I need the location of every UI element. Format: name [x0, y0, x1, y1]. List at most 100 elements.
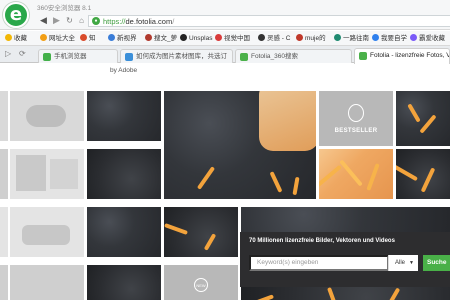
tab-favicon-icon	[125, 53, 133, 61]
browser-tab[interactable]: Fotolia_360搜索	[235, 49, 352, 63]
bookmark-label: 搜文_萝	[154, 35, 178, 42]
image-tile[interactable]	[241, 207, 450, 232]
tab-menu-icon[interactable]: ▷	[5, 49, 11, 58]
tab-strip: ▷ ⟳ 手机浏览器 如何成为图片素材图库，共选订 Fotolia_360搜索 Foto…	[0, 46, 450, 64]
image-tile[interactable]	[241, 287, 450, 300]
medal-icon	[348, 103, 364, 122]
tab-favicon-icon	[240, 53, 248, 61]
tab-label: 手机浏览器	[54, 53, 87, 60]
bookmark-item[interactable]: 搜文_萝	[145, 34, 177, 44]
bookmark-favicon-icon	[5, 34, 12, 41]
bookmark-label: 视觉中国	[224, 35, 250, 42]
browser-tab[interactable]: 如何成为图片素材图库，共选订	[120, 49, 233, 63]
bookmark-favicon-icon	[334, 34, 341, 41]
address-toolbar: ◀ ▶ ↻ ⌂ ● https://de.fotolia.com/	[0, 12, 450, 30]
image-tile[interactable]	[87, 265, 161, 300]
filter-select[interactable]: Alle ▼	[388, 255, 418, 271]
image-tile[interactable]	[10, 207, 84, 257]
image-mosaic: NEW BESTSELLER 70 Millionen lizenzfreie …	[0, 91, 450, 300]
bookmark-item[interactable]: 我要自学	[372, 34, 407, 44]
tab-history-icon[interactable]: ⟳	[19, 49, 26, 58]
bookmark-item[interactable]: 灵感 - C	[258, 34, 290, 44]
bookmark-label: muje的	[305, 35, 326, 42]
url-scheme: https://	[103, 17, 126, 26]
tab-label: Fotolia - lizenzfreie Fotos, V	[370, 52, 450, 59]
bestseller-tile[interactable]: BESTSELLER	[319, 91, 393, 146]
bookmark-label: 知	[89, 35, 96, 42]
window-title: 360安全浏览器 8.1	[37, 5, 92, 12]
bookmark-label: 收藏	[14, 35, 27, 42]
image-tile[interactable]	[10, 91, 84, 141]
search-headline: 70 Millionen lizenzfreie Bilder, Vektore…	[249, 238, 395, 244]
image-tile[interactable]	[319, 149, 393, 199]
tab-favicon-icon	[43, 53, 51, 61]
url-host: de.fotolia.com	[125, 17, 173, 26]
by-adobe-tagline: by Adobe	[110, 67, 138, 74]
bookmark-label: 灵感 - C	[267, 35, 291, 42]
image-tile[interactable]	[0, 265, 8, 300]
image-tile[interactable]	[87, 207, 161, 257]
bookmark-label: 我要自学	[381, 35, 407, 42]
address-bar[interactable]: ● https://de.fotolia.com/	[88, 15, 450, 27]
bookmark-favicon-icon	[108, 34, 115, 41]
url-path: /	[172, 17, 175, 26]
bookmark-label: 新视界	[117, 35, 137, 42]
chevron-down-icon: ▼	[409, 260, 414, 266]
bookmark-favicon-icon	[258, 34, 265, 41]
search-button[interactable]: Suche	[423, 255, 450, 271]
image-tile[interactable]	[87, 149, 161, 199]
tab-label: 如何成为图片素材图库，共选订	[136, 53, 227, 60]
window-titlebar: 360安全浏览器 8.1	[0, 0, 450, 12]
image-tile[interactable]	[164, 207, 238, 257]
image-tile[interactable]	[10, 149, 84, 199]
forward-button[interactable]: ▶	[51, 15, 62, 26]
bookmark-item[interactable]: 一路往南	[334, 34, 369, 44]
tab-label: Fotolia_360搜索	[251, 53, 298, 60]
bookmark-label: 网址大全	[49, 35, 75, 42]
bookmark-favicon-icon	[40, 34, 47, 41]
bookmark-item[interactable]: 视觉中国	[215, 34, 250, 44]
bookmark-favicon-icon	[80, 34, 87, 41]
bookmark-favicon-icon	[296, 34, 303, 41]
browser-logo[interactable]: e	[3, 2, 29, 28]
image-tile[interactable]	[10, 265, 84, 300]
bookmark-item[interactable]: 知	[80, 34, 96, 44]
image-tile[interactable]	[396, 91, 450, 146]
browser-tab[interactable]: 手机浏览器	[38, 49, 118, 63]
bookmark-label: 一路往南	[343, 35, 369, 42]
search-input[interactable]	[249, 255, 389, 271]
bookmark-item[interactable]: 收藏	[5, 34, 27, 44]
search-panel: 70 Millionen lizenzfreie Bilder, Vektore…	[240, 232, 450, 287]
browser-tab[interactable]: Fotolia - lizenzfreie Fotos, V	[354, 48, 450, 64]
bookmark-favicon-icon	[145, 34, 152, 41]
new-label: NEW	[194, 278, 208, 292]
reload-icon[interactable]: ↻	[64, 15, 75, 26]
bookmark-label: Unsplas	[189, 35, 213, 42]
lock-icon[interactable]: ●	[92, 17, 100, 25]
bookmark-label: 霸爱收藏	[419, 35, 445, 42]
image-tile[interactable]	[87, 91, 161, 141]
url-text[interactable]: https://de.fotolia.com/	[103, 17, 174, 26]
bookmarks-bar: 收藏 网址大全 知 新视界 搜文_萝 Unsplas 视觉中国 灵感 - C muje的 一路往南…	[0, 31, 450, 46]
new-badge-tile[interactable]: NEW	[164, 265, 238, 300]
image-tile[interactable]	[396, 149, 450, 199]
bookmark-favicon-icon	[372, 34, 379, 41]
tab-favicon-icon	[359, 52, 367, 60]
featured-image-tile[interactable]	[164, 91, 316, 199]
image-tile[interactable]	[0, 149, 8, 199]
bookmark-item[interactable]: muje的	[296, 34, 326, 44]
bookmark-item[interactable]: 新视界	[108, 34, 137, 44]
filter-value: Alle	[395, 260, 406, 266]
image-tile[interactable]	[0, 207, 8, 257]
bookmark-item[interactable]: 网址大全	[40, 34, 75, 44]
home-icon[interactable]: ⌂	[76, 15, 87, 26]
image-tile[interactable]	[0, 91, 8, 141]
bestseller-label: BESTSELLER	[334, 127, 378, 134]
bookmark-favicon-icon	[410, 34, 417, 41]
back-button[interactable]: ◀	[38, 15, 49, 26]
bookmark-favicon-icon	[180, 34, 187, 41]
bookmark-item[interactable]: 霸爱收藏	[410, 34, 445, 44]
bookmark-favicon-icon	[215, 34, 222, 41]
web-content: by Adobe NEW BESTSELLER 70 Millionen liz…	[0, 64, 450, 300]
bookmark-item[interactable]: Unsplas	[180, 34, 212, 44]
